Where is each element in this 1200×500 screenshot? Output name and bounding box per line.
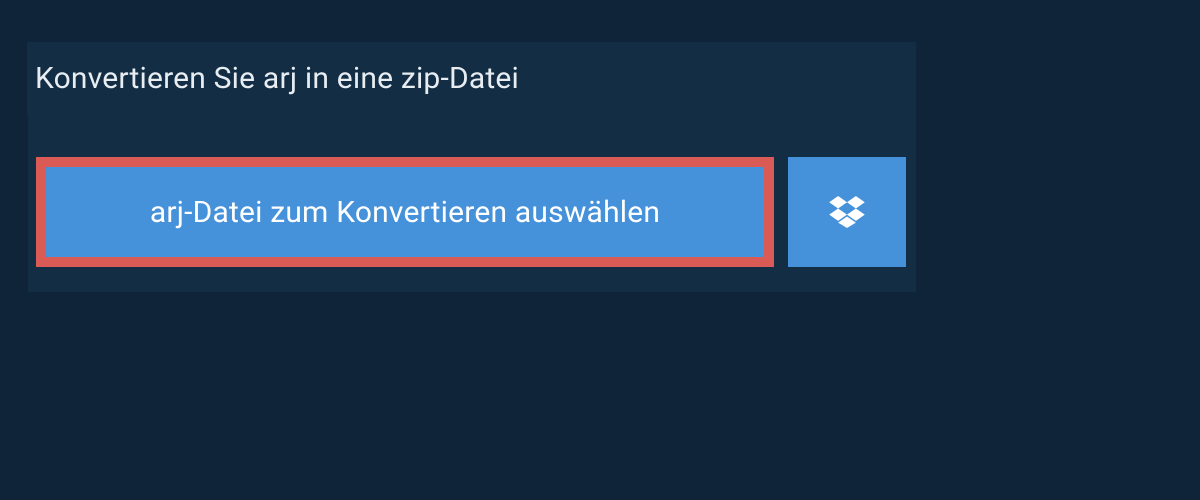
- title-bar: Konvertieren Sie arj in eine zip-Datei: [27, 42, 571, 114]
- select-file-button[interactable]: arj-Datei zum Konvertieren auswählen: [36, 157, 774, 267]
- upload-button-row: arj-Datei zum Konvertieren auswählen: [36, 157, 906, 267]
- converter-panel: Konvertieren Sie arj in eine zip-Datei a…: [28, 42, 916, 292]
- select-file-label: arj-Datei zum Konvertieren auswählen: [150, 195, 660, 230]
- page-title: Konvertieren Sie arj in eine zip-Datei: [35, 61, 519, 96]
- dropbox-icon: [829, 196, 865, 228]
- dropbox-button[interactable]: [788, 157, 906, 267]
